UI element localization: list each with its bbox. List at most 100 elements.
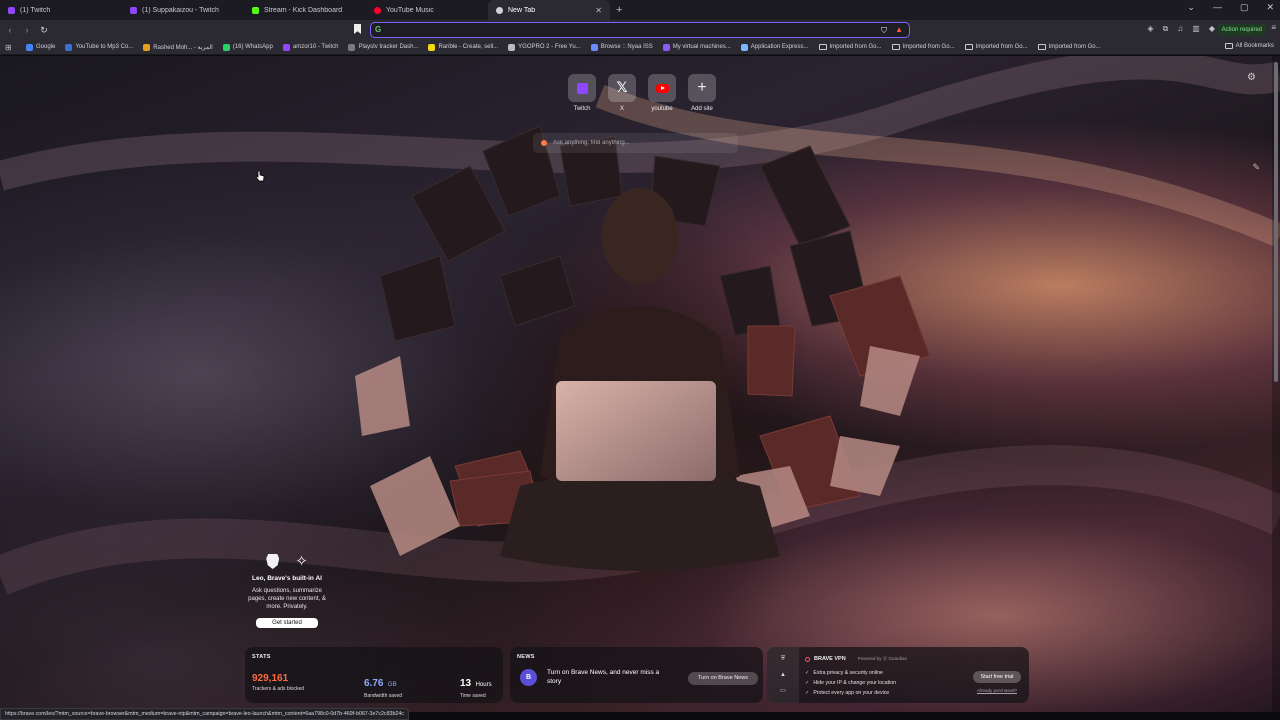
window-controls: ⌄ — ▢ ✕	[1187, 2, 1274, 13]
bookmark-item[interactable]: My virtual machines...	[658, 43, 736, 51]
address-bar[interactable]: G ⛉ ▲	[370, 22, 910, 38]
bookmark-favicon-icon	[282, 43, 290, 51]
reload-icon[interactable]: ↻	[37, 25, 51, 36]
bookmark-favicon-icon	[740, 43, 748, 51]
extensions-icon[interactable]: ⧉	[1163, 24, 1169, 34]
rewards-tab-icon[interactable]: ▲	[780, 672, 786, 678]
leo-icon	[541, 140, 547, 146]
tab-title: YouTube Music	[386, 6, 434, 14]
folder-icon	[891, 44, 900, 50]
bookmark-item[interactable]: Rarible - Create, sell...	[423, 43, 503, 51]
news-text: Turn on Brave News, and never miss a sto…	[547, 669, 660, 685]
sidebar-icon[interactable]: ▥	[1192, 24, 1200, 34]
add-site-button[interactable]: + Add site	[686, 74, 718, 112]
tab-new-tab[interactable]: New Tab ✕	[488, 0, 610, 20]
stat-value: 929,161	[252, 673, 289, 684]
stat-trackers: 929,161 Trackers & ads blocked	[252, 673, 304, 692]
stat-time: 13 Hours Time saved	[460, 673, 492, 699]
tile	[648, 74, 676, 102]
google-search-icon: G	[375, 25, 382, 34]
tab-youtube-music[interactable]: YouTube Music	[366, 0, 488, 20]
bookmark-label: Imported from Go...	[975, 44, 1028, 50]
bookmark-item[interactable]: amzor10 - Twitch	[278, 43, 344, 51]
start-free-trial-button[interactable]: Start free trial	[973, 671, 1021, 683]
bookmark-favicon-icon	[590, 43, 598, 51]
top-site-label: Add site	[691, 106, 713, 112]
tab-suppakaizou[interactable]: (1) Suppakaizou - Twitch	[122, 0, 244, 20]
leo-promo: ✧ Leo, Brave's built-in AI Ask questions…	[245, 554, 329, 629]
action-required-badge[interactable]: Action required	[1217, 24, 1266, 36]
leo-promo-icons: ✧	[245, 554, 329, 569]
bookmark-item[interactable]: Browse :: Nyaa ISS	[586, 43, 658, 51]
bookmark-item[interactable]: (16) WhatsApp	[218, 43, 278, 51]
brave-rewards-icon[interactable]: ▲	[895, 25, 903, 34]
vpn-powered-by: Powered by ⓖ Guardian	[857, 656, 907, 661]
back-icon[interactable]: ‹	[3, 25, 17, 35]
get-started-button[interactable]: Get started	[256, 618, 318, 628]
toolbar: ‹ › ↻ G ⛉ ▲ ◈ ⧉ ♫ ▥ ◆ ⛨ Action required …	[0, 20, 1280, 40]
wallet-icon[interactable]: ◆	[1209, 24, 1215, 34]
bookmark-label: Google	[36, 44, 56, 50]
already-purchased-link[interactable]: Already purchased?	[977, 688, 1017, 693]
new-tab-button[interactable]: +	[610, 4, 628, 16]
leo-title: Leo, Brave's built-in AI	[252, 575, 322, 582]
turn-on-news-button[interactable]: Turn on Brave News	[688, 672, 758, 685]
bookmark-item[interactable]: Rashed Moh... - المربة	[138, 43, 218, 51]
ask-input[interactable]	[553, 140, 733, 146]
scrollbar-thumb[interactable]	[1274, 62, 1278, 382]
talk-tab-icon[interactable]: ▭	[780, 687, 786, 694]
bookmark-label: YGOPRO 2 - Free Yu...	[518, 44, 581, 50]
bookmark-item[interactable]: Imported from Go...	[887, 44, 960, 50]
wallpaper-image	[0, 56, 1280, 595]
page-scrollbar[interactable]	[1272, 56, 1280, 712]
brave-favicon-icon	[496, 6, 503, 14]
bookmark-item[interactable]: YGOPRO 2 - Free Yu...	[503, 43, 586, 51]
maximize-icon[interactable]: ▢	[1240, 2, 1249, 13]
folder-icon	[964, 44, 973, 50]
bookmark-label: Imported from Go...	[902, 44, 955, 50]
status-bar-url: https://brave.com/leo/?mtm_source=brave-…	[0, 708, 409, 720]
browser-window: { "tabs": [ {"title": "(1) Twitch", "col…	[0, 0, 1280, 720]
bookmark-item[interactable]: Application Express...	[736, 43, 814, 51]
kick-favicon-icon	[252, 6, 259, 14]
top-site-youtube[interactable]: youtube	[646, 74, 678, 112]
leo-ai-icon[interactable]: ◈	[1147, 24, 1153, 34]
address-input[interactable]	[385, 24, 865, 35]
bookmark-favicon-icon	[508, 43, 516, 51]
bookmark-item[interactable]: YouTube to Mp3 Co...	[60, 43, 138, 51]
bookmark-icon[interactable]	[354, 24, 361, 34]
youtube-music-favicon-icon	[374, 6, 381, 14]
edit-icon[interactable]: ✎	[1252, 162, 1260, 173]
bookmark-favicon-icon	[348, 43, 356, 51]
bookmark-item[interactable]: Imported from Go...	[1033, 44, 1106, 50]
stats-title: STATS	[252, 654, 271, 660]
stats-widget: STATS 929,161 Trackers & ads blocked 6.7…	[245, 647, 503, 703]
tile: 𝕏	[608, 74, 636, 102]
brave-shields-icon[interactable]: ⛉	[881, 26, 887, 36]
forward-icon[interactable]: ›	[20, 25, 34, 35]
apps-grid-icon[interactable]: ⊞	[5, 43, 15, 52]
bookmark-item[interactable]: Imported from Go...	[814, 44, 887, 50]
top-site-twitch[interactable]: Twitch	[566, 74, 598, 112]
vpn-feature: Protect every app on your device	[805, 688, 896, 698]
settings-gear-icon[interactable]: ⚙	[1247, 72, 1256, 83]
tab-twitch[interactable]: (1) Twitch	[0, 0, 122, 20]
all-bookmarks[interactable]: All Bookmarks	[1224, 43, 1274, 49]
music-icon[interactable]: ♫	[1177, 24, 1183, 34]
menu-icon[interactable]: ≡	[1271, 23, 1276, 32]
bookmark-item[interactable]: Imported from Go...	[960, 44, 1033, 50]
vpn-tab-icon[interactable]: ⛨	[781, 656, 786, 663]
leo-search-box[interactable]	[533, 133, 738, 153]
bookmark-item[interactable]: Google	[21, 43, 60, 51]
top-site-x[interactable]: 𝕏 X	[606, 74, 638, 112]
bookmark-label: YouTube to Mp3 Co...	[75, 44, 134, 50]
bookmark-item[interactable]: Playstv tracker Dash...	[343, 43, 423, 51]
bookmark-favicon-icon	[143, 43, 151, 51]
bookmark-label: Playstv tracker Dash...	[358, 44, 419, 50]
close-window-icon[interactable]: ✕	[1266, 2, 1274, 13]
top-sites: Twitch 𝕏 X youtube + Add site	[566, 74, 718, 112]
minimize-icon[interactable]: —	[1213, 2, 1222, 13]
tab-search-icon[interactable]: ⌄	[1187, 2, 1195, 13]
tab-kick-dashboard[interactable]: Stream - Kick Dashboard	[244, 0, 366, 20]
close-tab-icon[interactable]: ✕	[595, 6, 602, 15]
